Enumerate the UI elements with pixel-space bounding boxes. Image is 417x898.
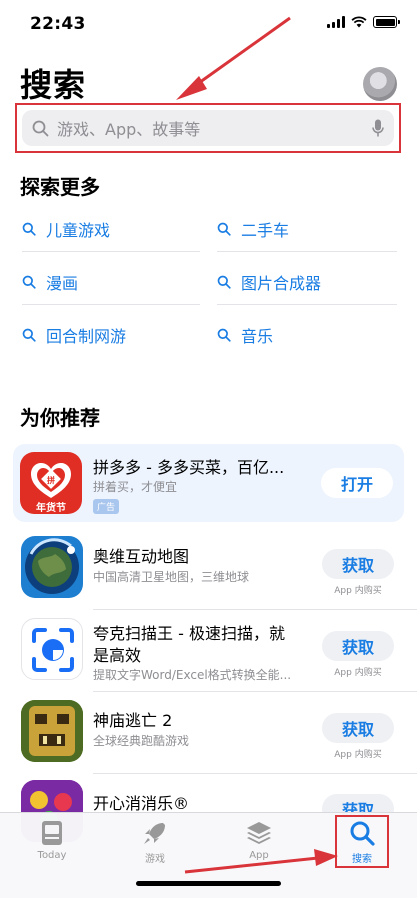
explore-item-label: 二手车 [241, 220, 290, 240]
app-name: 奥维互动地图 [93, 547, 190, 566]
search-icon [217, 328, 231, 342]
wifi-icon [351, 16, 367, 28]
battery-icon [373, 16, 400, 28]
rocket-icon [144, 823, 165, 844]
search-icon [22, 275, 36, 289]
tab-today[interactable]: Today [22, 819, 82, 861]
app-name-line2: 是高效 [93, 646, 142, 665]
svg-text:拼: 拼 [47, 475, 55, 485]
status-bar: 22:43 [0, 0, 417, 48]
layers-icon [247, 822, 271, 844]
page-title: 搜索 [20, 66, 87, 104]
get-button[interactable]: 获取 [322, 713, 394, 743]
tab-label: Today [37, 850, 67, 861]
tab-games[interactable]: 游戏 [125, 819, 185, 865]
tab-label: 游戏 [145, 854, 165, 865]
app-row[interactable]: 夸克扫描王 - 极速扫描，就 是高效 提取文字Word/Excel格式转换全能.… [0, 610, 417, 692]
explore-item-label: 儿童游戏 [46, 220, 111, 240]
search-tab-annotation-box [335, 815, 389, 868]
search-icon [22, 222, 36, 236]
quark-scanner-app-icon [21, 618, 83, 680]
app-subtitle: 拼着买，才便宜 [93, 480, 178, 494]
app-subtitle: 全球经典跑酷游戏 [93, 734, 190, 748]
app-subtitle: 中国高清卫星地图，三维地球 [93, 570, 250, 584]
explore-item-label: 音乐 [241, 327, 274, 346]
explore-item[interactable]: 图片合成器 [217, 259, 397, 305]
ad-badge: 广告 [93, 499, 120, 514]
app-subtitle: 提取文字Word/Excel格式转换全能... [93, 668, 292, 682]
explore-item[interactable]: 二手车 [217, 206, 397, 252]
app-name: 神庙逃亡 2 [93, 711, 173, 730]
cellular-signal-icon [327, 16, 345, 28]
app-row[interactable]: 神庙逃亡 2 全球经典跑酷游戏 获取 App 内购买 [0, 692, 417, 774]
explore-item-label: 回合制网游 [46, 327, 127, 346]
app-name: 拼多多 - 多多买菜，百亿... [93, 458, 285, 477]
search-icon [217, 275, 231, 289]
app-name: 开心消消乐® [93, 794, 190, 813]
explore-item[interactable]: 儿童游戏 [22, 206, 200, 252]
tab-apps[interactable]: App [229, 819, 289, 861]
explore-item[interactable]: 音乐 [217, 312, 397, 358]
temple-run-app-icon [21, 700, 83, 762]
app-row[interactable]: 奥维互动地图 中国高清卫星地图，三维地球 获取 App 内购买 [0, 528, 417, 610]
stone-idol-icon [21, 700, 83, 762]
today-icon [42, 821, 62, 845]
open-button[interactable]: 打开 [321, 468, 393, 498]
explore-item-label: 图片合成器 [241, 273, 322, 293]
get-button[interactable]: 获取 [322, 549, 394, 579]
app-name: 夸克扫描王 - 极速扫描，就 [93, 624, 285, 643]
search-icon [22, 328, 36, 342]
app-row-ad[interactable]: 拼 年货节 拼多多 - 多多买菜，百亿... 拼着买，才便宜 广告 打开 [13, 444, 404, 522]
get-button[interactable]: 获取 [322, 631, 394, 661]
home-indicator[interactable] [136, 881, 281, 886]
status-icons [327, 16, 400, 28]
in-app-purchase-note: App 内购买 [334, 750, 382, 760]
status-time: 22:43 [30, 14, 86, 34]
scan-frame-icon [32, 628, 74, 672]
search-icon [217, 222, 231, 236]
tab-label: App [249, 850, 269, 861]
in-app-purchase-note: App 内购买 [334, 668, 382, 678]
ovital-map-app-icon [21, 536, 83, 598]
explore-item[interactable]: 回合制网游 [22, 312, 200, 358]
explore-section-title: 探索更多 [20, 175, 100, 199]
icon-caption: 年货节 [36, 503, 66, 514]
globe-icon [25, 538, 79, 594]
in-app-purchase-note: App 内购买 [334, 586, 382, 596]
search-annotation-box [15, 103, 401, 153]
recommend-section-title: 为你推荐 [20, 406, 100, 430]
explore-item-label: 漫画 [46, 273, 79, 293]
explore-item[interactable]: 漫画 [22, 259, 200, 305]
account-avatar[interactable] [363, 67, 397, 101]
pinduoduo-app-icon: 拼 年货节 [20, 452, 82, 514]
